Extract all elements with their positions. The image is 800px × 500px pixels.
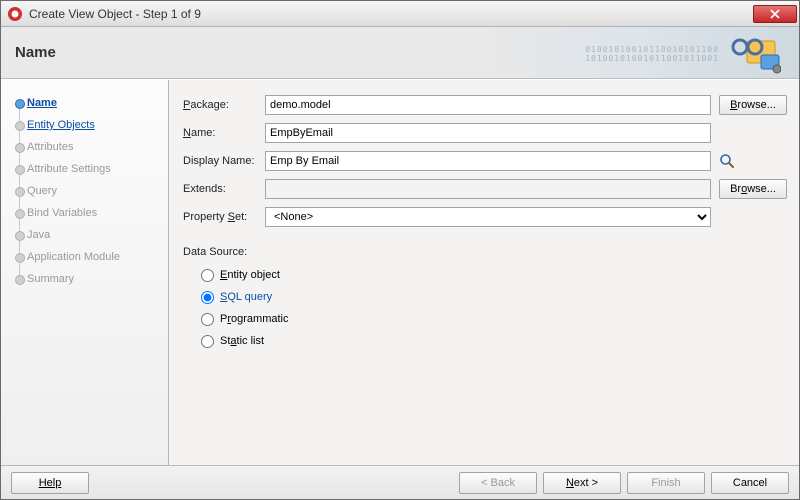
step-attribute-settings: Attribute Settings bbox=[11, 158, 158, 180]
page-title: Name bbox=[15, 44, 56, 61]
browse-extends-button[interactable]: Browse... bbox=[719, 179, 787, 199]
data-source-radio-group: Entity object SQL query Programmatic Sta… bbox=[183, 264, 787, 352]
wizard-window: Create View Object - Step 1 of 9 Name 01… bbox=[0, 0, 800, 500]
property-set-label: Property Set: bbox=[183, 211, 265, 223]
step-link-label: Attributes bbox=[27, 141, 73, 153]
wizard-steps-sidebar: Name Entity Objects Attributes Attribute… bbox=[1, 80, 169, 465]
radio-programmatic[interactable] bbox=[201, 313, 214, 326]
step-entity-objects[interactable]: Entity Objects bbox=[11, 114, 158, 136]
form-panel: Package: Browse... Name: Display Name: bbox=[169, 80, 799, 465]
next-button[interactable]: Next > bbox=[543, 472, 621, 494]
step-link-label: Summary bbox=[27, 273, 74, 285]
package-input[interactable] bbox=[265, 95, 711, 115]
back-button: < Back bbox=[459, 472, 537, 494]
radio-entity-object-label: Entity object bbox=[220, 269, 280, 281]
step-link-label: Application Module bbox=[27, 251, 120, 263]
browse-package-button[interactable]: Browse... bbox=[719, 95, 787, 115]
decorative-binary: 0100101001011001010110010100101001011001… bbox=[585, 45, 719, 63]
display-name-label: Display Name: bbox=[183, 155, 265, 167]
step-link-label: Bind Variables bbox=[27, 207, 97, 219]
step-name[interactable]: Name bbox=[11, 92, 158, 114]
finish-button: Finish bbox=[627, 472, 705, 494]
step-link-label: Entity Objects bbox=[27, 119, 95, 131]
step-application-module: Application Module bbox=[11, 246, 158, 268]
package-label: Package: bbox=[183, 99, 265, 111]
close-icon bbox=[770, 9, 780, 19]
header-illustration-icon bbox=[725, 35, 781, 75]
cancel-button[interactable]: Cancel bbox=[711, 472, 789, 494]
step-link-label: Attribute Settings bbox=[27, 163, 111, 175]
radio-entity-object[interactable] bbox=[201, 269, 214, 282]
step-summary: Summary bbox=[11, 268, 158, 290]
step-attributes: Attributes bbox=[11, 136, 158, 158]
radio-static-list-label: Static list bbox=[220, 335, 264, 347]
radio-static-list[interactable] bbox=[201, 335, 214, 348]
display-name-input[interactable] bbox=[265, 151, 711, 171]
step-link-label: Java bbox=[27, 229, 50, 241]
data-source-label: Data Source: bbox=[183, 246, 787, 258]
step-java: Java bbox=[11, 224, 158, 246]
radio-sql-query-label: SQL query bbox=[220, 291, 272, 303]
app-icon bbox=[7, 6, 23, 22]
titlebar: Create View Object - Step 1 of 9 bbox=[1, 1, 799, 27]
radio-programmatic-label: Programmatic bbox=[220, 313, 288, 325]
step-query: Query bbox=[11, 180, 158, 202]
extends-label: Extends: bbox=[183, 183, 265, 195]
search-icon[interactable] bbox=[719, 153, 735, 169]
name-input[interactable] bbox=[265, 123, 711, 143]
body: Name Entity Objects Attributes Attribute… bbox=[1, 79, 799, 465]
name-label: Name: bbox=[183, 127, 265, 139]
step-link-label: Name bbox=[27, 97, 57, 109]
close-button[interactable] bbox=[753, 5, 797, 23]
step-link-label: Query bbox=[27, 185, 57, 197]
footer: Help < Back Next > Finish Cancel bbox=[1, 465, 799, 499]
extends-input bbox=[265, 179, 711, 199]
window-title: Create View Object - Step 1 of 9 bbox=[29, 7, 753, 21]
help-button[interactable]: Help bbox=[11, 472, 89, 494]
header-band: Name 01001010010110010101100101001010010… bbox=[1, 27, 799, 79]
step-bind-variables: Bind Variables bbox=[11, 202, 158, 224]
property-set-select[interactable]: <None> bbox=[265, 207, 711, 227]
radio-sql-query[interactable] bbox=[201, 291, 214, 304]
